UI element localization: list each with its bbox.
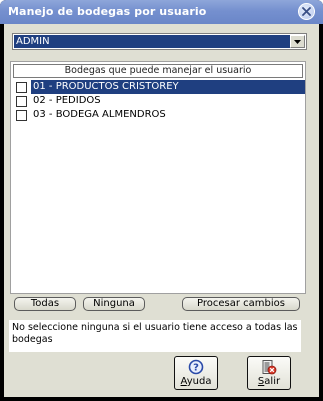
warehouse-item-02[interactable]: 02 - PEDIDOS bbox=[13, 94, 305, 108]
help-icon: ? bbox=[188, 359, 204, 375]
dialog-window: Manejo de bodegas por usuario ADMIN Bode… bbox=[0, 0, 323, 401]
title-bar[interactable]: Manejo de bodegas por usuario bbox=[0, 0, 323, 24]
help-button-label: Ayuda bbox=[180, 376, 212, 387]
close-button[interactable] bbox=[298, 3, 315, 20]
help-button[interactable]: ? Ayuda bbox=[174, 356, 218, 390]
info-note: No seleccione ninguna si el usuario tien… bbox=[9, 320, 301, 352]
user-select-dropdown-button[interactable] bbox=[290, 35, 305, 48]
dialog-body: ADMIN Bodegas que puede manejar el usuar… bbox=[4, 24, 319, 397]
svg-text:?: ? bbox=[193, 363, 199, 374]
warehouse-list-header: Bodegas que puede manejar el usuario bbox=[13, 64, 303, 78]
warehouse-list-panel: Bodegas que puede manejar el usuario 01 … bbox=[10, 61, 306, 294]
user-select-value: ADMIN bbox=[14, 35, 290, 48]
warehouse-list[interactable]: 01 - PRODUCTOS CRISTOREY 02 - PEDIDOS 03… bbox=[12, 79, 305, 293]
warehouse-checkbox-01[interactable] bbox=[16, 81, 27, 93]
exit-button[interactable]: Salir bbox=[247, 356, 291, 390]
close-icon bbox=[302, 7, 311, 16]
warehouse-label-01: 01 - PRODUCTOS CRISTOREY bbox=[33, 81, 179, 92]
select-all-button[interactable]: Todas bbox=[14, 297, 76, 311]
exit-icon bbox=[262, 360, 277, 375]
process-changes-button[interactable]: Procesar cambios bbox=[182, 297, 300, 311]
warehouse-item-highlight: 01 - PRODUCTOS CRISTOREY bbox=[31, 80, 305, 94]
warehouse-checkbox-02[interactable] bbox=[16, 95, 27, 107]
warehouse-checkbox-03[interactable] bbox=[16, 109, 27, 121]
exit-button-label: Salir bbox=[257, 376, 281, 387]
select-none-button[interactable]: Ninguna bbox=[83, 297, 145, 311]
user-select[interactable]: ADMIN bbox=[12, 33, 307, 50]
warehouse-label-02: 02 - PEDIDOS bbox=[33, 95, 101, 106]
warehouse-label-03: 03 - BODEGA ALMENDROS bbox=[33, 109, 166, 120]
warehouse-item-01[interactable]: 01 - PRODUCTOS CRISTOREY bbox=[13, 80, 305, 94]
chevron-down-icon bbox=[294, 39, 301, 44]
window-title: Manejo de bodegas por usuario bbox=[8, 5, 207, 18]
warehouse-item-03[interactable]: 03 - BODEGA ALMENDROS bbox=[13, 108, 305, 122]
